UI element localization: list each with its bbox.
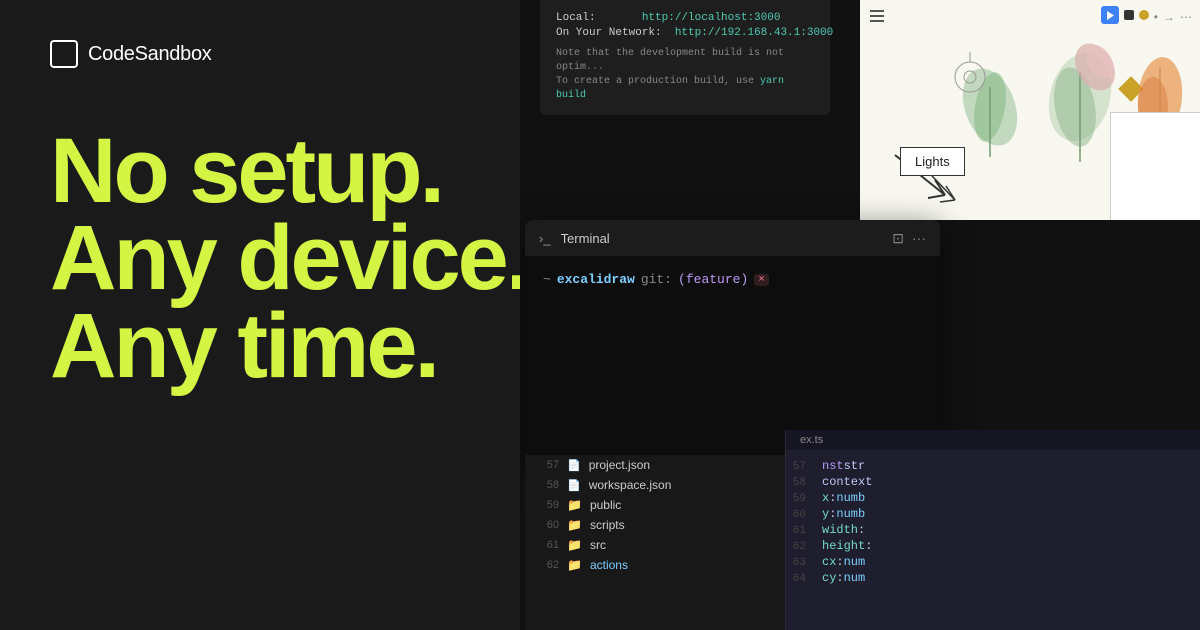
code-content: 57 nst str 58 context 59 x: numb 60 y: n… bbox=[786, 450, 1200, 594]
file-icon: 📄 bbox=[567, 479, 581, 492]
file-explorer: 57 📄 project.json 58 📄 workspace.json 59… bbox=[525, 455, 785, 630]
logo-icon bbox=[50, 40, 78, 68]
code-line-58: 58 context bbox=[786, 474, 1200, 490]
folder-icon: 📁 bbox=[567, 498, 582, 512]
more-btn: ⋯ bbox=[1180, 10, 1192, 24]
file-item-public[interactable]: 59 📁 public bbox=[525, 495, 785, 515]
lights-label: Lights bbox=[900, 147, 965, 176]
dev-server-local: Local: http://localhost:3000 bbox=[556, 12, 814, 24]
file-item-scripts[interactable]: 60 📁 scripts bbox=[525, 515, 785, 535]
terminal-body: ~ excalidraw git: (feature) × bbox=[525, 256, 940, 303]
terminal-title: Terminal bbox=[561, 231, 885, 246]
white-overlay-rect bbox=[1110, 112, 1200, 220]
code-line-61: 61 width: bbox=[786, 522, 1200, 538]
code-line-63: 63 cx: num bbox=[786, 554, 1200, 570]
hero-headline: No setup. Any device. Any time. bbox=[50, 128, 530, 390]
terminal-actions: ⊡ ··· bbox=[892, 230, 926, 247]
drawing-toolbar-right: • → ⋯ bbox=[1101, 6, 1192, 24]
drawing-canvas: Lights bbox=[860, 32, 1200, 220]
drawing-app: • → ⋯ bbox=[860, 0, 1200, 220]
file-icon: 📄 bbox=[567, 459, 581, 472]
code-line-62: 62 height: bbox=[786, 538, 1200, 554]
hero-section: CodeSandbox No setup. Any device. Any ti… bbox=[0, 0, 580, 630]
dev-server-window: Local: http://localhost:3000 On Your Net… bbox=[540, 0, 830, 115]
code-line-64: 64 cy: num bbox=[786, 570, 1200, 586]
terminal-prompt-line: ~ excalidraw git: (feature) × bbox=[543, 272, 922, 287]
terminal-expand-btn[interactable]: ⊡ bbox=[892, 230, 904, 247]
stop-button bbox=[1124, 10, 1134, 20]
terminal-more-btn[interactable]: ··· bbox=[912, 230, 926, 246]
terminal-prompt-icon: ›_ bbox=[539, 231, 551, 246]
logo-container: CodeSandbox bbox=[50, 40, 530, 68]
diamond-btn bbox=[1139, 10, 1149, 20]
code-line-57: 57 nst str bbox=[786, 458, 1200, 474]
hero-line1: No setup. bbox=[50, 128, 530, 215]
hero-line2: Any device. bbox=[50, 215, 530, 302]
play-button[interactable] bbox=[1101, 6, 1119, 24]
file-item-actions[interactable]: 62 📁 actions bbox=[525, 555, 785, 575]
folder-icon: 📁 bbox=[567, 538, 582, 552]
code-line-59: 59 x: numb bbox=[786, 490, 1200, 506]
code-file-tab: ex.ts bbox=[786, 430, 1200, 450]
logo-text: CodeSandbox bbox=[88, 43, 211, 66]
folder-icon: 📁 bbox=[567, 518, 582, 532]
hamburger-icon bbox=[870, 10, 884, 22]
terminal-titlebar: ›_ Terminal ⊡ ··· bbox=[525, 220, 940, 256]
file-item-src[interactable]: 61 📁 src bbox=[525, 535, 785, 555]
dev-server-note: Note that the development build is not o… bbox=[556, 47, 814, 103]
file-item-project-json[interactable]: 57 📄 project.json bbox=[525, 455, 785, 475]
arrow-btn: → bbox=[1163, 10, 1175, 24]
botanical-container: Lights bbox=[880, 52, 1200, 220]
right-section: Local: http://localhost:3000 On Your Net… bbox=[520, 0, 1200, 630]
file-item-workspace-json[interactable]: 58 📄 workspace.json bbox=[525, 475, 785, 495]
divider: • bbox=[1154, 10, 1158, 24]
code-line-60: 60 y: numb bbox=[786, 506, 1200, 522]
folder-icon: 📁 bbox=[567, 558, 582, 572]
hero-line3: Any time. bbox=[50, 303, 530, 390]
code-panel: ex.ts 57 nst str 58 context 59 x: numb 6… bbox=[785, 430, 1200, 630]
dev-server-network: On Your Network: http://192.168.43.1:300… bbox=[556, 27, 814, 39]
